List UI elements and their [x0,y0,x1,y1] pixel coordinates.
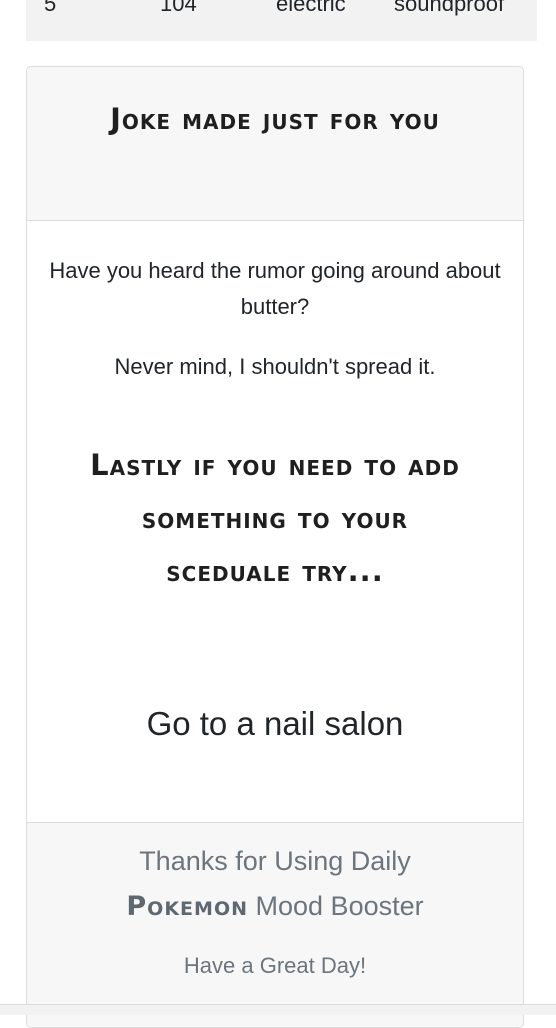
table-cell-ability: soundproof [394,0,505,16]
table-cell-type: electric [276,0,346,16]
thanks-suffix: Mood Booster [255,891,424,921]
thanks-prefix: Thanks for Using Daily [139,846,411,876]
joke-card-header: Joke made just for you [27,67,523,221]
card-footer: Thanks for Using Daily Pokemon Mood Boos… [27,822,523,1027]
brand-name: Pokemon [126,891,248,922]
farewell-message: Have a Great Day! [183,953,367,978]
joke-card: Joke made just for you Have you heard th… [26,66,524,1028]
activity-suggestion: Go to a nail salon [146,705,404,742]
table-row: 5 104 electric soundproof [26,0,537,41]
thanks-message: Thanks for Using Daily Pokemon Mood Boos… [47,839,503,929]
table-cell-number: 5 [44,0,57,16]
activity-heading: Lastly if you need to add something to y… [90,448,460,588]
table-cell-base-experience: 104 [160,0,197,16]
joke-card-title: Joke made just for you [110,102,440,136]
joke-punchline: Never mind, I shouldn't spread it. [114,354,436,379]
page-bottom-edge [0,1004,556,1015]
joke-setup: Have you heard the rumor going around ab… [49,258,501,319]
